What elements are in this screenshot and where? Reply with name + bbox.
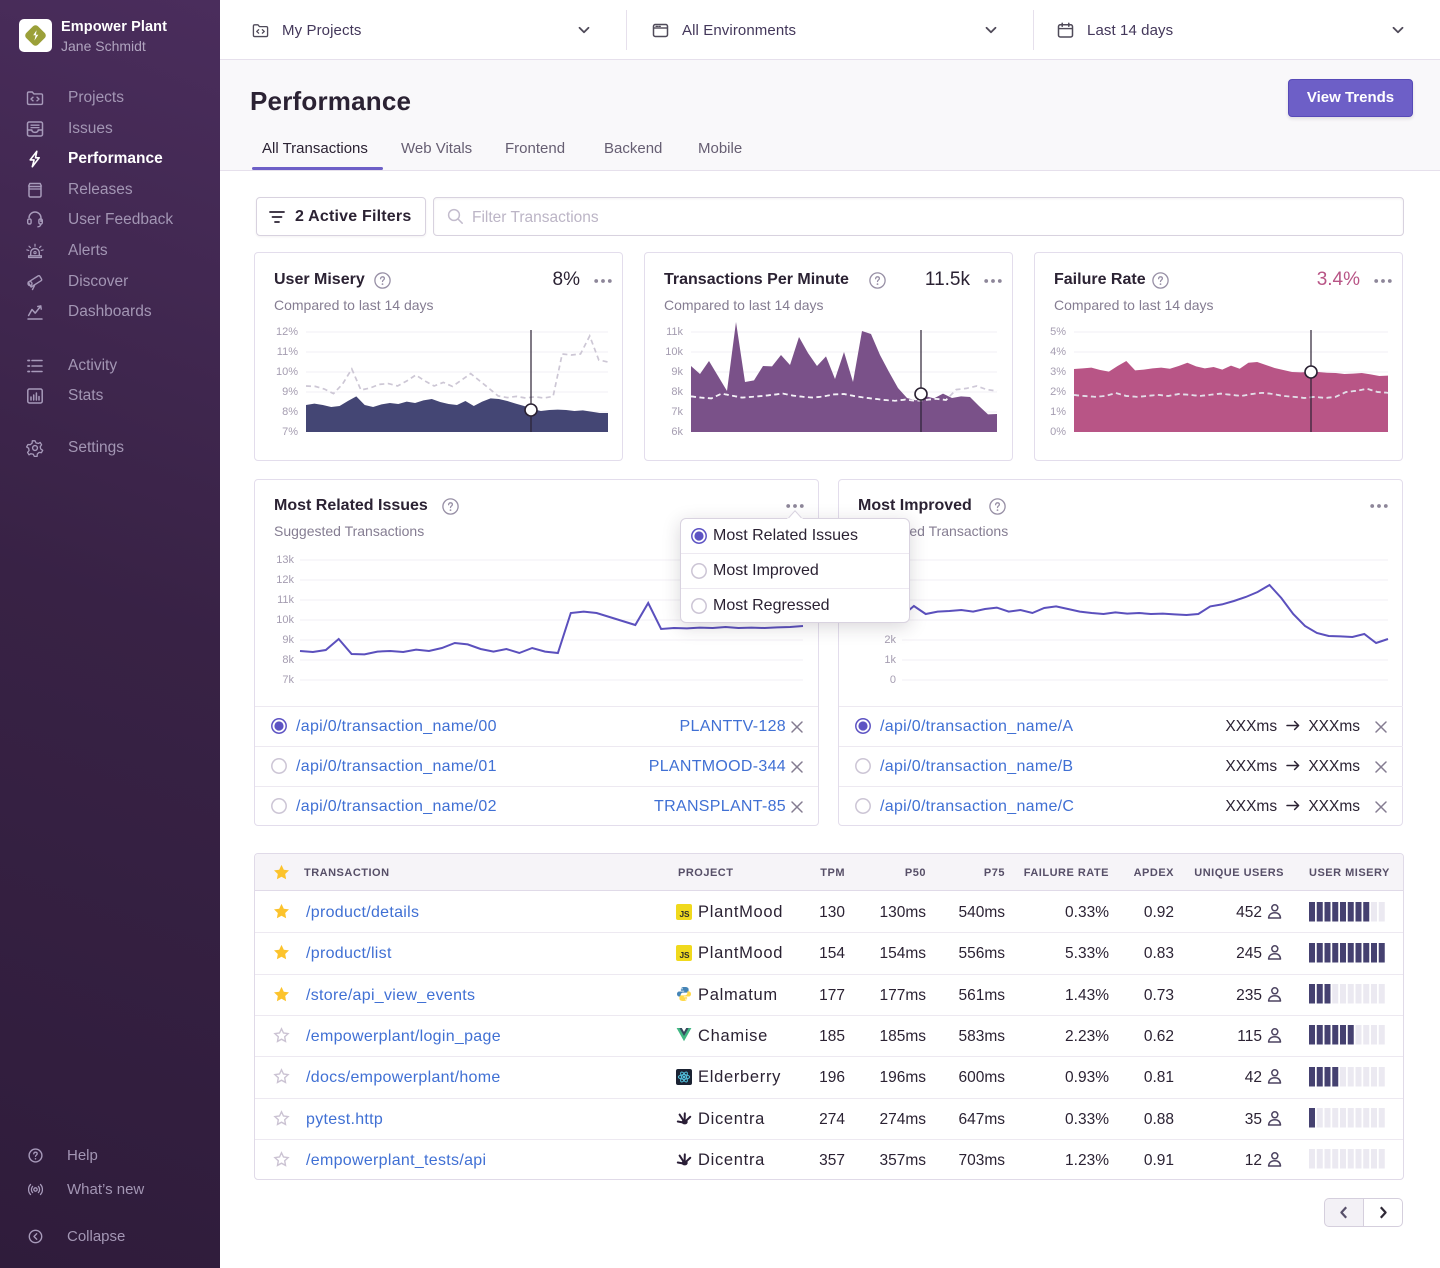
svg-text:JS: JS [679, 950, 690, 960]
svg-text:JS: JS [679, 909, 690, 919]
